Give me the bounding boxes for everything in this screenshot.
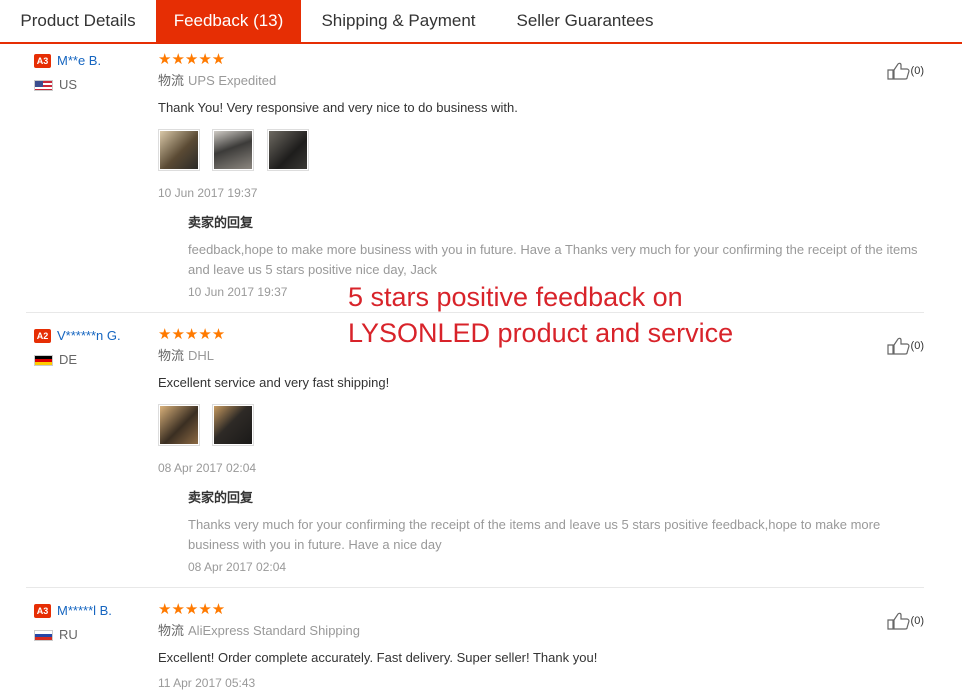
feedback-date: 10 Jun 2017 19:37 xyxy=(158,186,258,200)
helpful-button[interactable]: (0) xyxy=(886,337,924,355)
photo-gallery xyxy=(158,129,918,171)
shipping-value: DHL xyxy=(188,348,215,363)
shipping-label: 物流 xyxy=(158,73,185,88)
feedback-item: A3 M*****l B. RU ★★★★★ 物流 AliExpress Stand… xyxy=(26,602,924,698)
helpful-count: (0) xyxy=(910,65,924,77)
thumbs-up-icon xyxy=(886,62,910,80)
buyer-country: US xyxy=(34,76,154,94)
buyer-country: RU xyxy=(34,626,154,644)
tab-product-details[interactable]: Product Details xyxy=(0,0,156,42)
photo-thumbnail[interactable] xyxy=(212,129,255,171)
overlay-line-1: 5 stars positive feedback on xyxy=(348,282,683,312)
de-flag-icon xyxy=(34,355,53,367)
buyer-level-badge: A2 xyxy=(34,328,51,343)
tab-seller-guarantees[interactable]: Seller Guarantees xyxy=(495,0,675,42)
star-rating: ★★★★★ xyxy=(158,601,226,618)
shipping-label: 物流 xyxy=(158,348,185,363)
feedback-item: A3 M**e B. US ★★★★★ 物流 UPS Expedited Thank… xyxy=(26,52,924,302)
feedback-item: A2 V******n G. DE ★★★★★ 物流 DHL Excellent s… xyxy=(26,327,924,577)
tab-shipping-payment[interactable]: Shipping & Payment xyxy=(302,0,495,42)
thumbs-up-icon xyxy=(886,337,910,355)
photo-thumbnail[interactable] xyxy=(158,404,200,446)
buyer-country: DE xyxy=(34,351,154,369)
overlay-line-2: LYSONLED product and service xyxy=(348,318,734,348)
ru-flag-icon xyxy=(34,630,53,642)
photo-thumbnail[interactable] xyxy=(266,129,309,171)
feedback-text: Excellent service and very fast shipping… xyxy=(158,375,390,390)
tab-bar: Product Details Feedback (13) Shipping &… xyxy=(0,0,962,44)
shipping-label: 物流 xyxy=(158,623,185,638)
thumbs-up-icon xyxy=(886,612,910,630)
helpful-count: (0) xyxy=(910,615,924,627)
divider xyxy=(26,587,924,588)
photo-thumbnail[interactable] xyxy=(212,404,255,446)
country-code: US xyxy=(59,77,78,92)
shipping-method: 物流 UPS Expedited xyxy=(158,73,918,89)
shipping-value: UPS Expedited xyxy=(188,73,277,88)
country-code: DE xyxy=(59,352,78,367)
photo-thumbnail[interactable] xyxy=(158,129,200,171)
feedback-text: Thank You! Very responsive and very nice… xyxy=(158,100,518,115)
buyer-level-badge: A3 xyxy=(34,603,51,618)
feedback-date: 11 Apr 2017 05:43 xyxy=(158,676,256,690)
buyer-name[interactable]: V******n G. xyxy=(57,328,121,343)
seller-reply: 卖家的回复 Thanks very much for your confirmi… xyxy=(188,490,918,575)
reply-text: Thanks very much for your confirming the… xyxy=(188,517,881,552)
helpful-count: (0) xyxy=(910,340,924,352)
buyer-info: A2 V******n G. DE xyxy=(34,327,154,369)
photo-gallery xyxy=(158,404,918,446)
feedback-date: 08 Apr 2017 02:04 xyxy=(158,461,257,475)
reply-text: feedback,hope to make more business with… xyxy=(188,242,918,277)
shipping-method: 物流 AliExpress Standard Shipping xyxy=(158,623,918,639)
feedback-text: Excellent! Order complete accurately. Fa… xyxy=(158,650,598,665)
us-flag-icon xyxy=(34,80,53,92)
feedback-content: ★★★★★ 物流 UPS Expedited Thank You! Very re… xyxy=(158,52,918,300)
star-rating: ★★★★★ xyxy=(158,51,226,68)
helpful-button[interactable]: (0) xyxy=(886,62,924,80)
country-code: RU xyxy=(59,627,78,642)
reply-title: 卖家的回复 xyxy=(188,215,254,230)
tab-feedback[interactable]: Feedback (13) xyxy=(156,0,301,42)
reply-date: 08 Apr 2017 02:04 xyxy=(188,560,287,574)
helpful-button[interactable]: (0) xyxy=(886,612,924,630)
promo-overlay-text: 5 stars positive feedback on LYSONLED pr… xyxy=(348,279,733,351)
reply-title: 卖家的回复 xyxy=(188,490,254,505)
feedback-content: ★★★★★ 物流 AliExpress Standard Shipping Exc… xyxy=(158,602,918,691)
buyer-name[interactable]: M*****l B. xyxy=(57,603,112,618)
buyer-info: A3 M*****l B. RU xyxy=(34,602,154,644)
buyer-info: A3 M**e B. US xyxy=(34,52,154,94)
shipping-value: AliExpress Standard Shipping xyxy=(188,623,361,638)
buyer-name[interactable]: M**e B. xyxy=(57,53,101,68)
buyer-level-badge: A3 xyxy=(34,53,51,68)
feedback-content: ★★★★★ 物流 DHL Excellent service and very f… xyxy=(158,327,918,575)
